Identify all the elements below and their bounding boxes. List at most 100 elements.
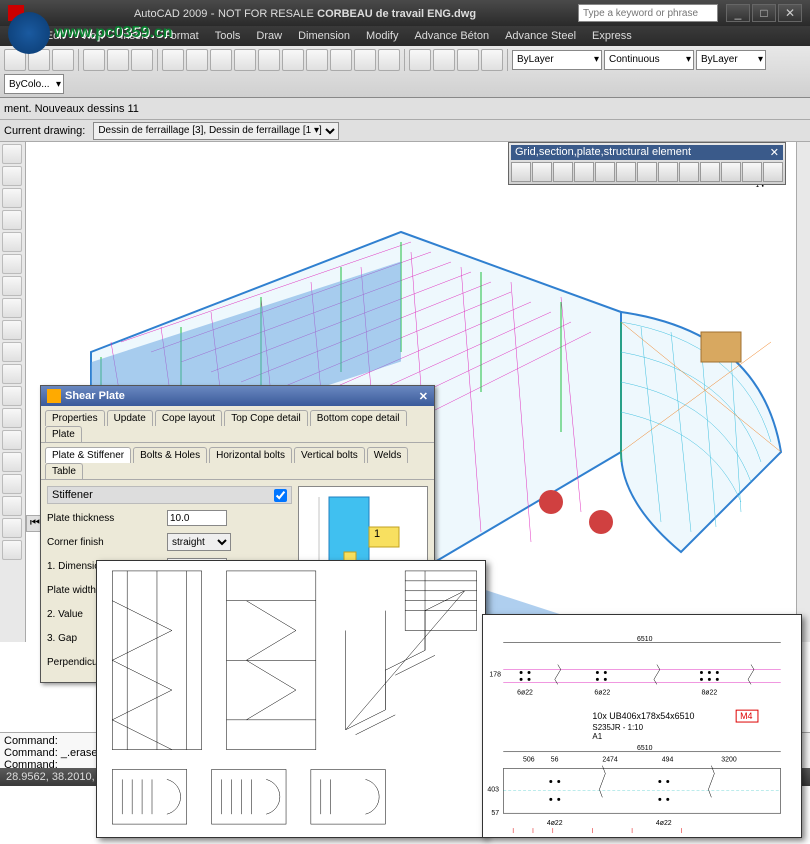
minimize-button[interactable]: _ (726, 4, 750, 22)
block-icon[interactable] (2, 342, 22, 362)
tool-icon[interactable] (763, 162, 783, 182)
right-scrollbar[interactable] (796, 142, 810, 642)
close-icon[interactable]: ✕ (770, 146, 779, 159)
region-icon[interactable] (2, 386, 22, 406)
tab-vertical-bolts[interactable]: Vertical bolts (294, 447, 365, 463)
joint-icon[interactable] (637, 162, 657, 182)
text-icon[interactable] (2, 298, 22, 318)
linetype-dropdown[interactable]: Continuous (604, 50, 694, 70)
tab-table[interactable]: Table (45, 463, 83, 479)
trim-icon[interactable] (2, 518, 22, 538)
tab-welds[interactable]: Welds (367, 447, 409, 463)
tool-icon[interactable] (700, 162, 720, 182)
svg-text:1: 1 (374, 528, 380, 540)
color-dropdown[interactable]: ByColo... (4, 74, 64, 94)
text-a-icon[interactable] (2, 540, 22, 560)
svg-text:2474: 2474 (602, 757, 618, 764)
svg-text:403: 403 (487, 786, 499, 793)
tool-icon[interactable] (457, 49, 479, 71)
scale-icon[interactable] (2, 474, 22, 494)
maximize-button[interactable]: □ (752, 4, 776, 22)
ellipse-icon[interactable] (2, 254, 22, 274)
draw-toolbar (0, 142, 26, 642)
tool-icon[interactable] (742, 162, 762, 182)
beam-drawing-overlay: 6510 6ø22 6ø22 8ø22 178 10x UB406x178x54… (482, 614, 802, 838)
dialog-close-icon[interactable]: ✕ (419, 390, 428, 403)
history-text: ment. Nouveaux dessins 11 (4, 103, 139, 115)
svg-text:6ø22: 6ø22 (517, 689, 533, 696)
dialog-icon (47, 389, 61, 403)
tool-icon[interactable] (409, 49, 431, 71)
tool-icon[interactable] (163, 100, 181, 118)
line-icon[interactable] (2, 144, 22, 164)
tool-icon[interactable] (258, 49, 280, 71)
svg-text:8ø22: 8ø22 (701, 689, 717, 696)
tab-bolts-holes[interactable]: Bolts & Holes (133, 447, 207, 463)
tab-cope-layout[interactable]: Cope layout (155, 410, 222, 426)
menu-advance-beton[interactable]: Advance Béton (406, 30, 497, 42)
tool-icon[interactable] (433, 49, 455, 71)
move-icon[interactable] (2, 408, 22, 428)
svg-text:56: 56 (551, 757, 559, 764)
tool-icon[interactable] (234, 49, 256, 71)
tool-icon[interactable] (354, 49, 376, 71)
menu-modify[interactable]: Modify (358, 30, 406, 42)
beam-icon[interactable] (595, 162, 615, 182)
section-icon[interactable] (532, 162, 552, 182)
tool-icon[interactable] (185, 100, 203, 118)
tab-bottom-cope[interactable]: Bottom cope detail (310, 410, 407, 426)
structural-toolbar[interactable]: Grid,section,plate,structural element ✕ (508, 142, 786, 185)
weld-icon[interactable] (679, 162, 699, 182)
corner-finish-label: Corner finish (47, 537, 167, 548)
plate-icon[interactable] (553, 162, 573, 182)
layer-dropdown[interactable]: ByLayer (512, 50, 602, 70)
point-icon[interactable] (2, 320, 22, 340)
stiffener-checkbox[interactable] (274, 489, 287, 502)
tool-icon[interactable] (282, 49, 304, 71)
tab-properties[interactable]: Properties (45, 410, 105, 426)
current-drawing-select[interactable]: Dessin de ferraillage [3], Dessin de fer… (93, 122, 339, 140)
menu-express[interactable]: Express (584, 30, 640, 42)
hatch-icon[interactable] (2, 276, 22, 296)
circle-icon[interactable] (2, 188, 22, 208)
tab-top-cope[interactable]: Top Cope detail (224, 410, 308, 426)
lineweight-dropdown[interactable]: ByLayer (696, 50, 766, 70)
menu-advance-steel[interactable]: Advance Steel (497, 30, 584, 42)
tool-icon[interactable] (330, 49, 352, 71)
arc-icon[interactable] (2, 210, 22, 230)
close-button[interactable]: ✕ (778, 4, 802, 22)
tool-icon[interactable] (721, 162, 741, 182)
tab-horizontal-bolts[interactable]: Horizontal bolts (209, 447, 292, 463)
brace-icon[interactable] (616, 162, 636, 182)
mirror-icon[interactable] (2, 496, 22, 516)
current-drawing-label: Current drawing: (4, 125, 85, 137)
plate-thickness-input[interactable] (167, 510, 227, 526)
corner-finish-select[interactable]: straight (167, 533, 231, 551)
copy-icon[interactable] (2, 430, 22, 450)
stair-drawing-overlay (96, 560, 486, 838)
tool-icon[interactable] (481, 49, 503, 71)
tab-plate[interactable]: Plate (45, 426, 82, 442)
tab-plate-stiffener[interactable]: Plate & Stiffener (45, 447, 131, 463)
search-input[interactable] (578, 4, 718, 22)
polyline-icon[interactable] (2, 166, 22, 186)
rectangle-icon[interactable] (2, 232, 22, 252)
tool-icon[interactable] (306, 49, 328, 71)
drawing-bar: ment. Nouveaux dessins 11 (0, 98, 810, 120)
menu-tools[interactable]: Tools (207, 30, 249, 42)
grid-icon[interactable] (511, 162, 531, 182)
menu-draw[interactable]: Draw (248, 30, 290, 42)
table-icon[interactable] (2, 364, 22, 384)
tab-update[interactable]: Update (107, 410, 153, 426)
svg-text:494: 494 (662, 757, 674, 764)
tool-icon[interactable] (378, 49, 400, 71)
tool-icon[interactable] (186, 49, 208, 71)
tool-icon[interactable] (210, 49, 232, 71)
column-icon[interactable] (574, 162, 594, 182)
watermark-logo (8, 12, 50, 54)
bolt-icon[interactable] (658, 162, 678, 182)
dialog-titlebar[interactable]: Shear Plate ✕ (41, 386, 434, 406)
rotate-icon[interactable] (2, 452, 22, 472)
watermark-overlay: www.pc0359.cn (8, 12, 173, 54)
menu-dimension[interactable]: Dimension (290, 30, 358, 42)
